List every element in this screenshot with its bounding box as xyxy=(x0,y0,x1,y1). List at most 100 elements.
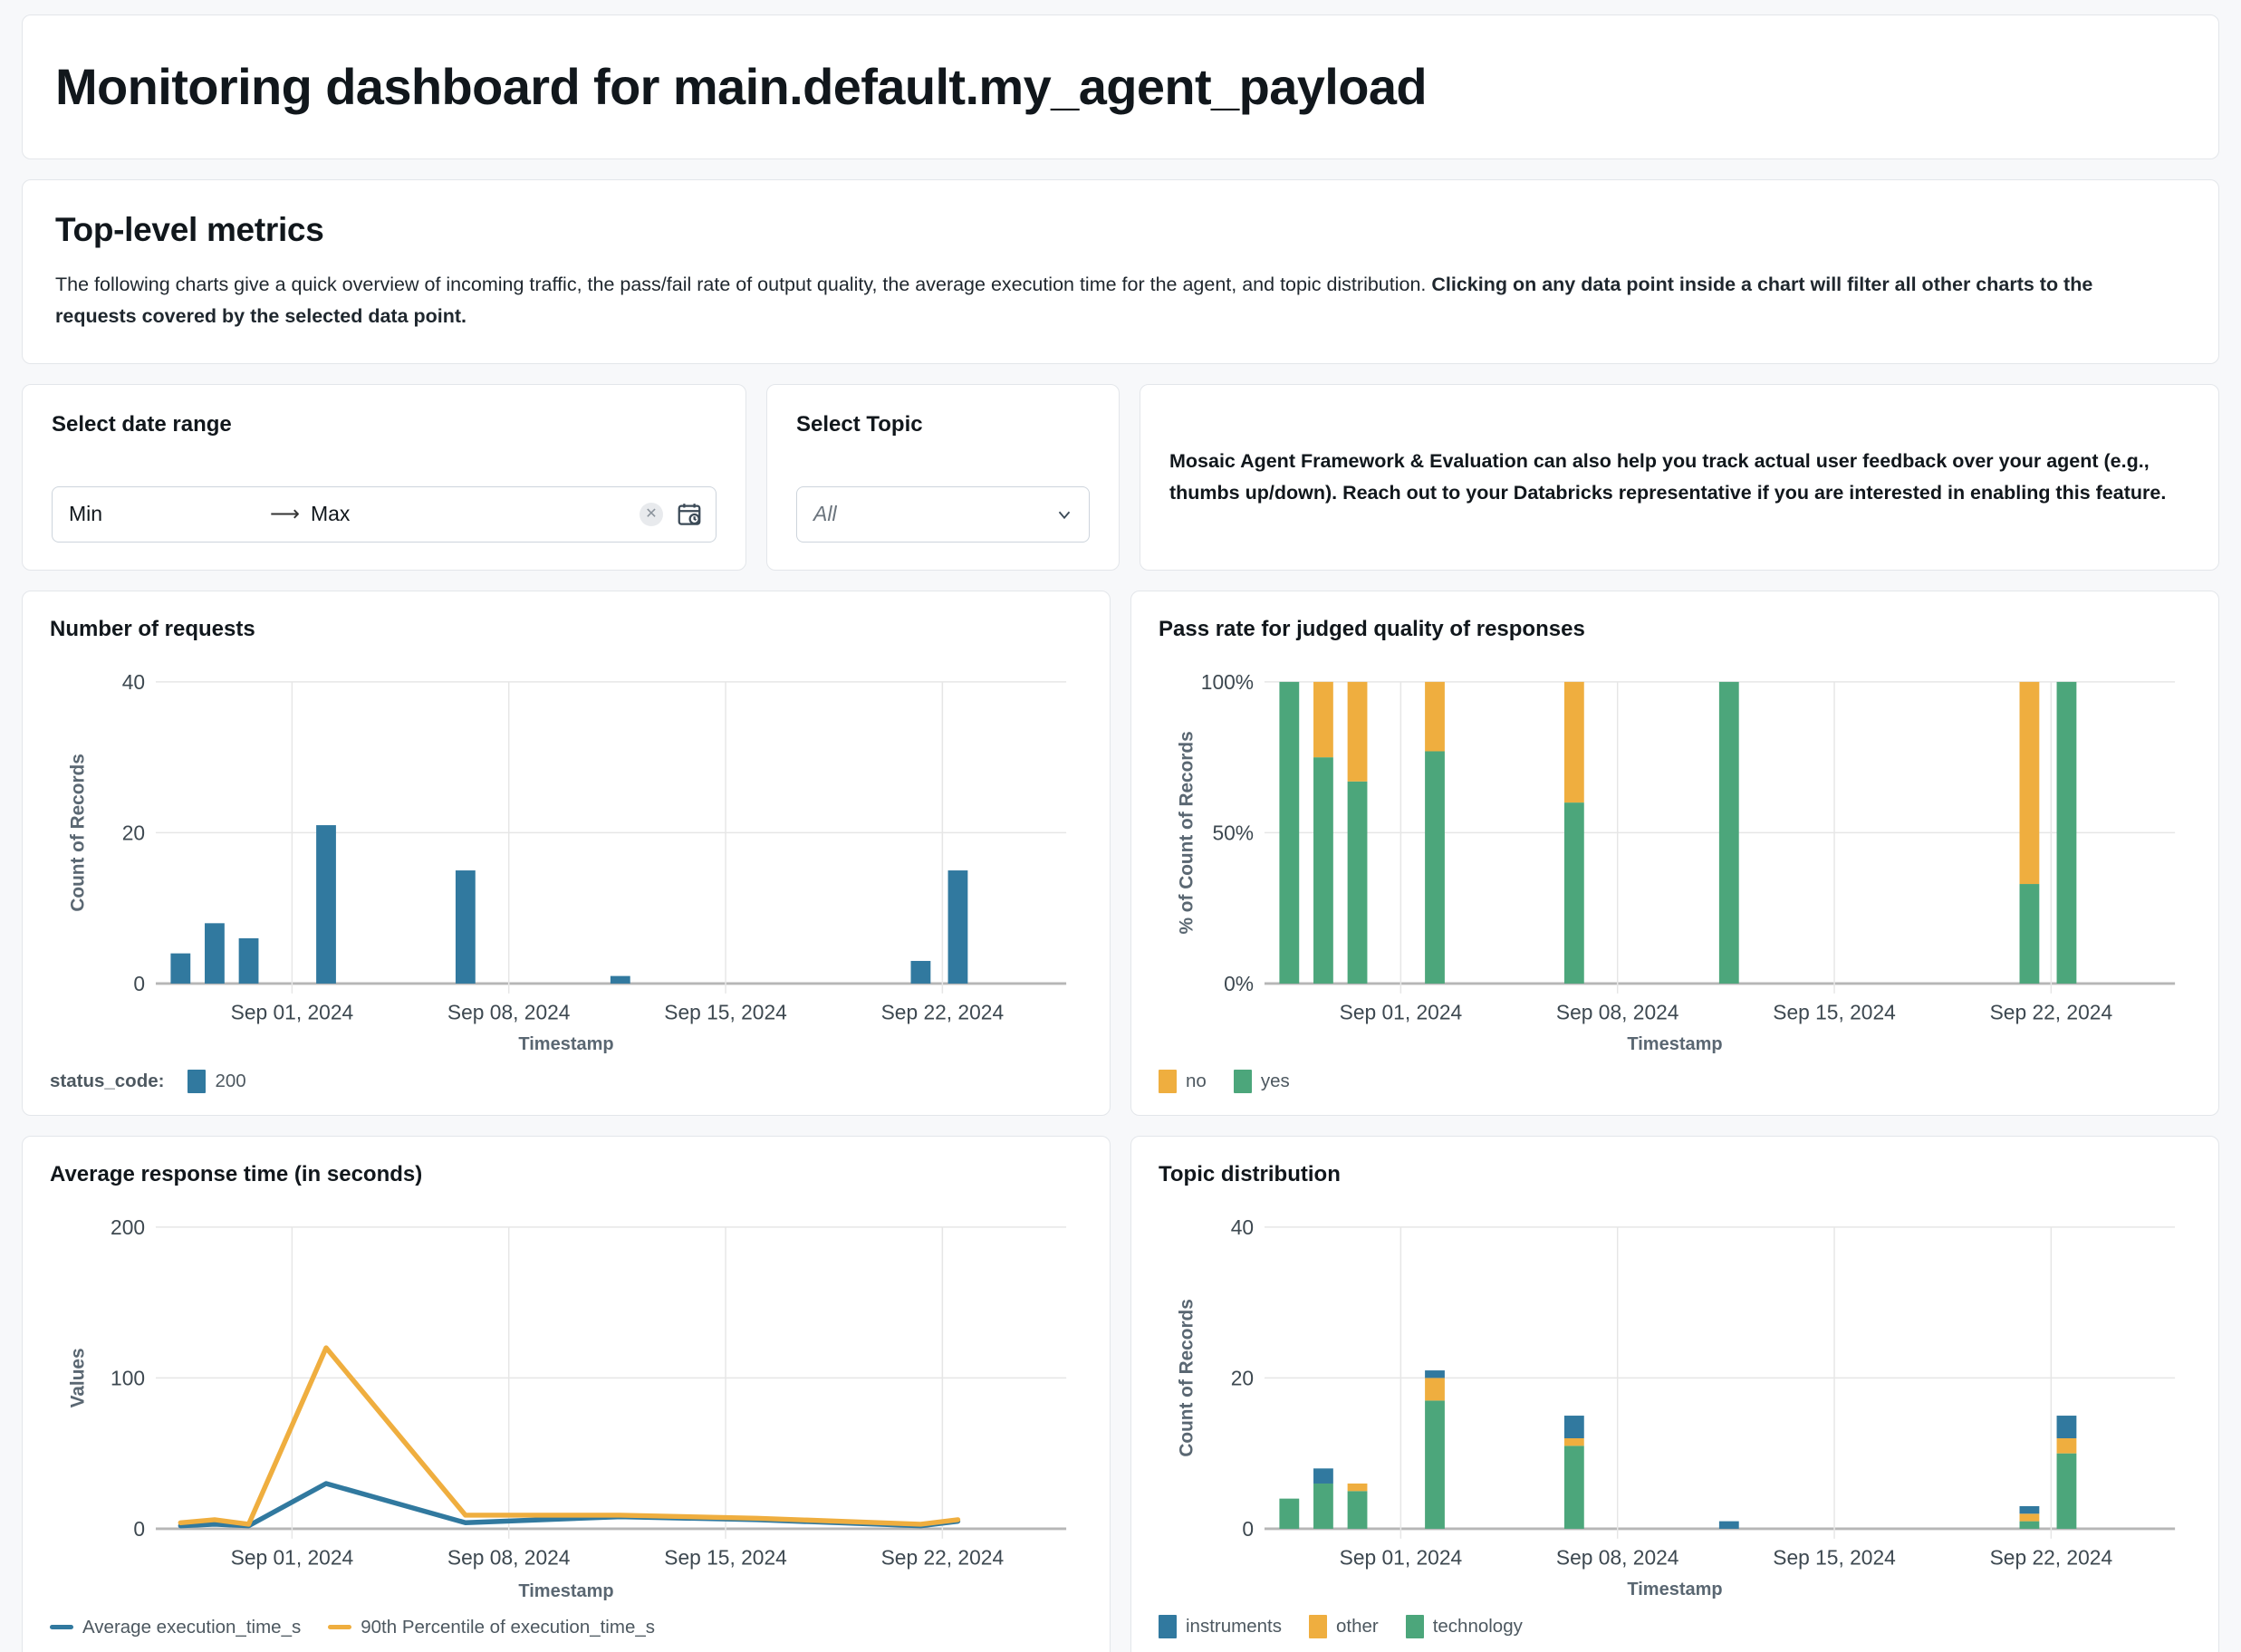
chart-title: Number of requests xyxy=(50,616,255,641)
chart-card-average-response-time: Average response time (in seconds) 0 100 2… xyxy=(22,1135,1111,1652)
chart-legend: Average execution_time_s 90th Percentile… xyxy=(50,1617,1082,1638)
legend-item[interactable]: 90th Percentile of execution_time_s xyxy=(328,1617,655,1638)
legend-swatch-200 xyxy=(188,1069,207,1093)
x-axis-title: Timestamp xyxy=(1627,1579,1723,1599)
chart-title: Pass rate for judged quality of response… xyxy=(1159,616,1585,641)
legend-label: technology xyxy=(1432,1615,1523,1637)
dashboard-page: Monitoring dashboard for main.default.my… xyxy=(0,14,2241,1652)
svg-text:% of Count of Records: % of Count of Records xyxy=(1177,731,1197,934)
legend-item[interactable]: 200 xyxy=(188,1069,246,1093)
chart-legend: no yes xyxy=(1159,1069,2191,1093)
topic-filter: Select Topic All xyxy=(766,383,1120,571)
calendar-clock-icon[interactable] xyxy=(676,500,703,529)
svg-text:Sep 01, 2024: Sep 01, 2024 xyxy=(231,1000,354,1023)
svg-text:100%: 100% xyxy=(1201,669,1254,693)
svg-text:Sep 22, 2024: Sep 22, 2024 xyxy=(1990,1000,2113,1023)
svg-text:Values: Values xyxy=(68,1348,89,1407)
clear-icon[interactable]: ✕ xyxy=(640,502,663,526)
plot-area[interactable]: 0 20 40 Sep 01, 2024 Sep 08, 2024 Sep 15, 202… xyxy=(1159,1215,2191,1578)
svg-text:Sep 08, 2024: Sep 08, 2024 xyxy=(447,1545,571,1569)
pass-rate-bar-chart[interactable]: 0% 50% 100% Sep 01, 2024 Sep 08, 2024 Sep 15,… xyxy=(1159,669,2191,1037)
legend-swatch-instruments xyxy=(1159,1614,1177,1638)
topic-select[interactable]: All xyxy=(796,485,1090,543)
date-range-filter: Select date range Min ⟶ Max ✕ xyxy=(22,383,746,571)
x-axis-title: Timestamp xyxy=(518,1033,614,1054)
plot-area[interactable]: 0% 50% 100% Sep 01, 2024 Sep 08, 2024 Sep 15,… xyxy=(1159,669,2191,1032)
svg-text:Sep 15, 2024: Sep 15, 2024 xyxy=(664,1000,787,1023)
svg-text:Sep 08, 2024: Sep 08, 2024 xyxy=(447,1000,571,1023)
x-axis-title: Timestamp xyxy=(1627,1033,1723,1054)
legend-item[interactable]: instruments xyxy=(1159,1614,1282,1638)
legend-label: instruments xyxy=(1186,1615,1282,1637)
legend-item[interactable]: other xyxy=(1308,1614,1379,1638)
chart-legend: instruments other technology xyxy=(1159,1614,2191,1638)
chart-legend: status_code: 200 xyxy=(50,1069,1082,1093)
topic-select-value: All xyxy=(813,502,837,526)
legend-swatch-p90 xyxy=(328,1625,352,1630)
legend-item[interactable]: no xyxy=(1159,1069,1207,1093)
description-normal-text: The following charts give a quick overvi… xyxy=(55,274,1432,295)
svg-text:0: 0 xyxy=(133,972,145,995)
response-time-line-chart[interactable]: 0 100 200 Sep 01, 2024 Sep 08, 2024 Sep 15, 2… xyxy=(50,1215,1082,1582)
legend-item[interactable]: technology xyxy=(1405,1614,1523,1638)
svg-text:40: 40 xyxy=(1231,1215,1254,1238)
section-description: The following charts give a quick overvi… xyxy=(55,269,2139,332)
svg-text:Sep 22, 2024: Sep 22, 2024 xyxy=(1990,1545,2113,1569)
svg-text:Count of Records: Count of Records xyxy=(1177,1299,1197,1456)
x-axis-title: Timestamp xyxy=(518,1580,614,1601)
svg-text:100: 100 xyxy=(111,1366,145,1389)
svg-text:Sep 22, 2024: Sep 22, 2024 xyxy=(881,1545,1005,1569)
svg-text:20: 20 xyxy=(1231,1366,1254,1389)
legend-label: yes xyxy=(1260,1070,1290,1091)
legend-swatch-technology xyxy=(1405,1614,1424,1638)
plot-area[interactable]: 0 100 200 Sep 01, 2024 Sep 08, 2024 Sep 15, 2… xyxy=(50,1215,1082,1580)
legend-label: 90th Percentile of execution_time_s xyxy=(361,1616,655,1638)
svg-text:Sep 15, 2024: Sep 15, 2024 xyxy=(664,1545,787,1569)
svg-text:0: 0 xyxy=(133,1517,145,1541)
date-range-input[interactable]: Min ⟶ Max ✕ xyxy=(52,485,717,543)
section-title: Top-level metrics xyxy=(55,211,324,248)
page-title: Monitoring dashboard for main.default.my… xyxy=(55,58,1428,116)
legend-key-label: status_code: xyxy=(50,1070,165,1091)
topic-distribution-bar-chart[interactable]: 0 20 40 Sep 01, 2024 Sep 08, 2024 Sep 15, 202… xyxy=(1159,1215,2191,1582)
feedback-info-panel: Mosaic Agent Framework & Evaluation can … xyxy=(1140,383,2219,571)
svg-text:Sep 01, 2024: Sep 01, 2024 xyxy=(1340,1545,1463,1569)
legend-label: Average execution_time_s xyxy=(82,1616,302,1638)
dashboard-header: Monitoring dashboard for main.default.my… xyxy=(22,14,2219,159)
chevron-down-icon xyxy=(1054,504,1074,524)
legend-swatch-average xyxy=(50,1625,73,1630)
chart-title: Average response time (in seconds) xyxy=(50,1161,423,1186)
svg-text:Sep 15, 2024: Sep 15, 2024 xyxy=(1773,1000,1896,1023)
svg-text:Sep 01, 2024: Sep 01, 2024 xyxy=(231,1545,354,1569)
chart-card-number-of-requests: Number of requests 0 20 40 Sep 01, 2024 Sep … xyxy=(22,590,1111,1116)
plot-area[interactable]: 0 20 40 Sep 01, 2024 Sep 08, 2024 Sep 15, 202… xyxy=(50,669,1082,1032)
svg-text:40: 40 xyxy=(122,669,145,693)
date-max-field[interactable]: Max xyxy=(311,502,350,526)
svg-text:0: 0 xyxy=(1242,1517,1254,1541)
legend-swatch-no xyxy=(1159,1069,1177,1093)
legend-swatch-other xyxy=(1308,1614,1327,1638)
svg-text:Sep 08, 2024: Sep 08, 2024 xyxy=(1556,1000,1679,1023)
chart-card-topic-distribution: Topic distribution 0 20 40 Sep 01, 2024 Sep … xyxy=(1130,1135,2219,1652)
filter-row: Select date range Min ⟶ Max ✕ Select Top… xyxy=(22,383,2219,571)
charts-row-bottom: Average response time (in seconds) 0 100 2… xyxy=(22,1135,2219,1652)
charts-row-top: Number of requests 0 20 40 Sep 01, 2024 Sep … xyxy=(22,590,2219,1116)
top-level-metrics-section: Top-level metrics The following charts g… xyxy=(22,179,2219,364)
svg-text:Sep 22, 2024: Sep 22, 2024 xyxy=(881,1000,1005,1023)
svg-text:0%: 0% xyxy=(1224,972,1254,995)
topic-filter-label: Select Topic xyxy=(796,411,923,437)
svg-text:Sep 01, 2024: Sep 01, 2024 xyxy=(1340,1000,1463,1023)
arrow-right-icon: ⟶ xyxy=(270,502,300,526)
chart-card-pass-rate: Pass rate for judged quality of response… xyxy=(1130,590,2219,1116)
legend-item[interactable]: yes xyxy=(1233,1069,1290,1093)
date-range-label: Select date range xyxy=(52,411,232,437)
svg-text:50%: 50% xyxy=(1212,821,1254,844)
legend-label: no xyxy=(1186,1070,1207,1091)
date-min-field[interactable]: Min xyxy=(69,502,259,526)
svg-text:Sep 08, 2024: Sep 08, 2024 xyxy=(1556,1545,1679,1569)
svg-text:20: 20 xyxy=(122,821,145,844)
legend-label: 200 xyxy=(215,1070,246,1091)
svg-text:200: 200 xyxy=(111,1215,145,1238)
legend-item[interactable]: Average execution_time_s xyxy=(50,1617,301,1638)
requests-bar-chart[interactable]: 0 20 40 Sep 01, 2024 Sep 08, 2024 Sep 15, 202… xyxy=(50,669,1082,1037)
